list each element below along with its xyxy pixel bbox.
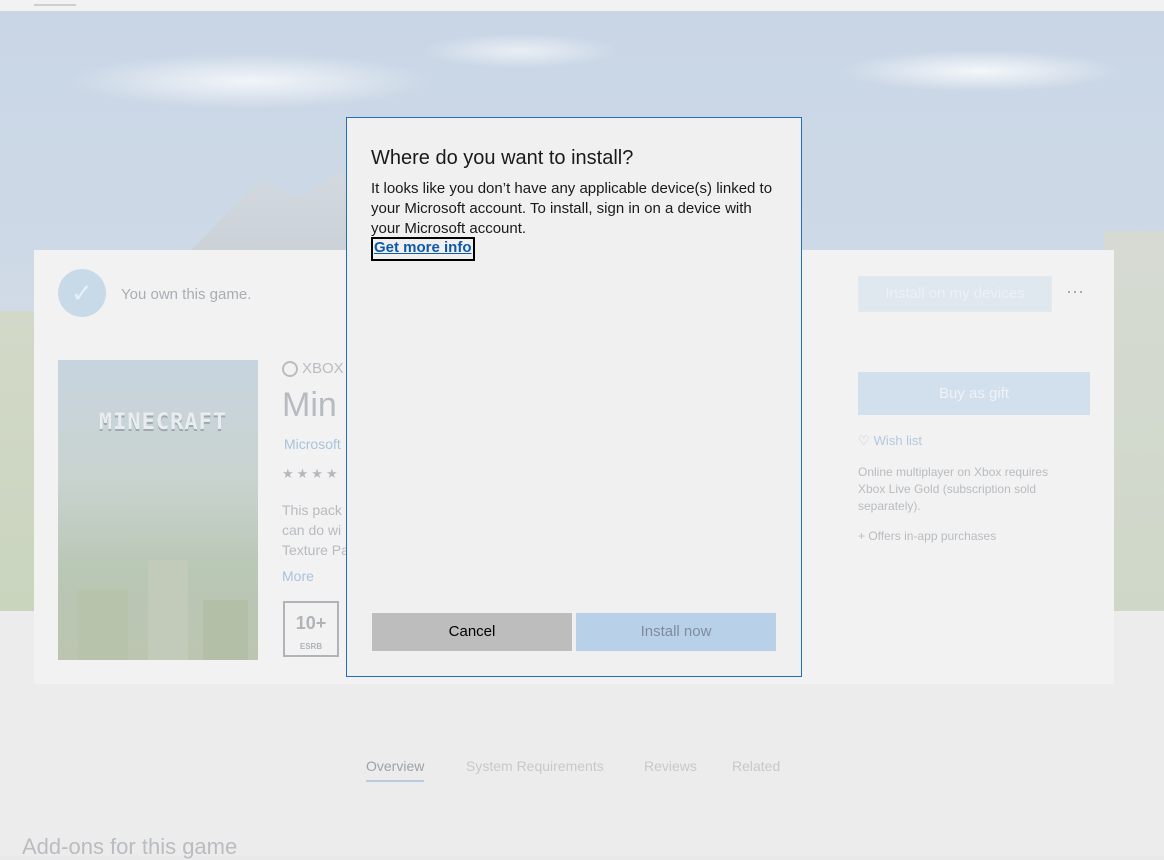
tab-overview[interactable]: Overview	[366, 758, 425, 782]
esrb-rating: 10+	[295, 613, 327, 633]
rating-stars: ★★★★	[282, 466, 341, 481]
get-more-info-link[interactable]: Get more info	[371, 237, 475, 261]
dialog-title: Where do you want to install?	[371, 147, 634, 169]
game-description: This pack can do wi Texture Pa	[282, 500, 352, 560]
top-bar	[0, 0, 1164, 11]
description-line: can do wi	[282, 522, 342, 538]
install-location-dialog: Where do you want to install? It looks l…	[346, 117, 802, 677]
description-line: This pack	[282, 502, 342, 518]
heart-icon: ♡	[858, 433, 870, 448]
tab-reviews[interactable]: Reviews	[644, 758, 697, 774]
dialog-message: It looks like you don’t have any applica…	[371, 180, 773, 237]
tab-related[interactable]: Related	[732, 758, 780, 774]
more-link[interactable]: More	[282, 568, 314, 584]
xbox-badge: XBOX	[282, 360, 344, 377]
box-art-logo: MINECRAFT	[98, 410, 228, 435]
install-on-devices-button[interactable]: Install on my devices	[858, 276, 1052, 312]
nav-indicator	[34, 4, 76, 6]
description-line: Texture Pa	[282, 542, 349, 558]
install-now-button[interactable]: Install now	[576, 613, 776, 651]
esrb-rating-icon: 10+ ESRB	[283, 601, 339, 657]
ownership-status: You own this game.	[121, 286, 252, 303]
wish-list-link[interactable]: ♡ Wish list	[858, 433, 922, 449]
tab-system-requirements[interactable]: System Requirements	[466, 758, 604, 774]
cancel-button[interactable]: Cancel	[372, 613, 572, 651]
addons-heading: Add-ons for this game	[22, 834, 238, 859]
publisher-link[interactable]: Microsoft	[284, 436, 341, 452]
multiplayer-note: Online multiplayer on Xbox requires Xbox…	[858, 465, 1049, 513]
esrb-label: ESRB	[299, 642, 323, 651]
box-art-block	[148, 560, 188, 660]
xbox-label: XBOX	[302, 360, 344, 377]
game-title: Min	[282, 386, 337, 424]
xbox-icon	[282, 361, 298, 377]
check-icon: ✓	[58, 269, 106, 317]
box-art-block	[78, 590, 128, 660]
in-app-purchases-note: + Offers in-app purchases	[858, 529, 997, 543]
box-art-block	[203, 600, 248, 660]
wish-list-label: Wish list	[873, 433, 923, 448]
more-options-icon[interactable]: ···	[1060, 276, 1090, 310]
buy-as-gift-button[interactable]: Buy as gift	[858, 372, 1090, 415]
game-box-art: MINECRAFT	[58, 360, 258, 660]
